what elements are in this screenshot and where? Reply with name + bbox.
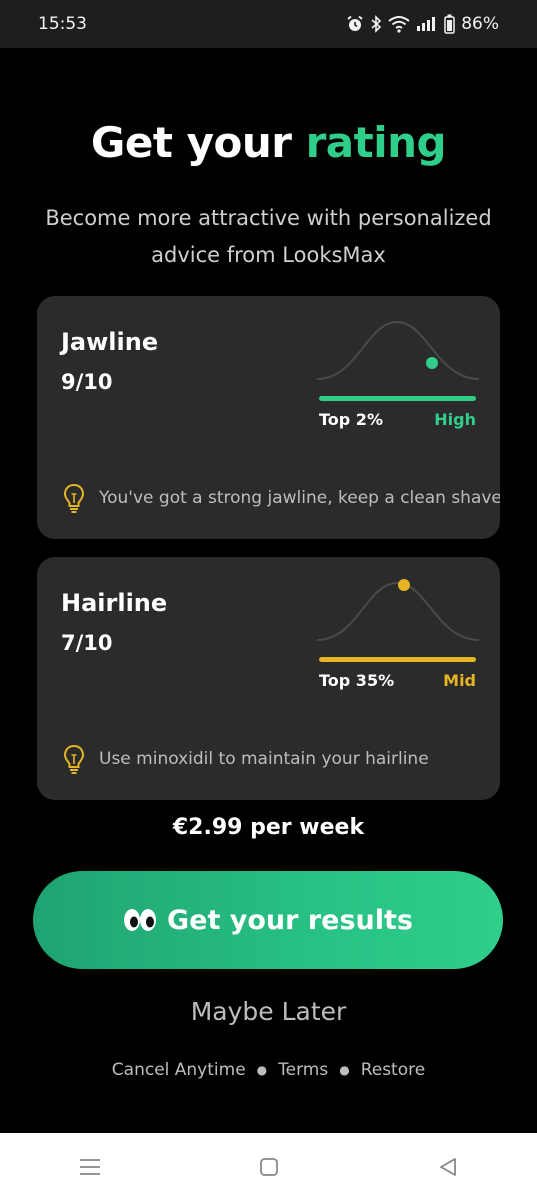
wifi-icon [388, 16, 410, 33]
footer-links: Cancel Anytime ● Terms ● Restore [0, 1060, 537, 1080]
get-results-button[interactable]: Get your results [33, 871, 503, 969]
home-button[interactable] [239, 1147, 299, 1187]
card-title: Hairline [61, 589, 168, 617]
home-square-icon [259, 1157, 278, 1176]
menu-lines-icon [79, 1158, 100, 1175]
status-icons: 86% [346, 14, 499, 34]
battery-icon [444, 14, 455, 34]
rating-card-jawline: Jawline 9/10 Top 2% High You've got a st… [37, 296, 500, 539]
title-part1: Get your [90, 118, 292, 167]
page-subtitle: Become more attractive with personalized… [45, 206, 492, 267]
card-title: Jawline [61, 328, 159, 356]
card-score: 7/10 [61, 631, 113, 655]
system-nav-bar [0, 1133, 537, 1200]
score-marker [426, 357, 438, 369]
back-triangle-icon [439, 1157, 456, 1176]
cancel-anytime-link[interactable]: Cancel Anytime [112, 1060, 246, 1080]
rating-card-hairline: Hairline 7/10 Top 35% Mid Use minoxidil … [37, 557, 500, 800]
signal-icon [417, 17, 436, 31]
bluetooth-icon [371, 15, 382, 33]
battery-percent: 86% [461, 14, 499, 34]
price-label: €2.99 per week [172, 815, 365, 840]
status-bar: 15:53 86% [0, 0, 537, 48]
distribution-curve-icon [317, 579, 479, 641]
level-label: Mid [443, 671, 476, 690]
back-button[interactable] [418, 1147, 478, 1187]
score-marker [398, 579, 410, 591]
rank-label: Top 2% [319, 410, 383, 429]
status-time: 15:53 [38, 14, 87, 34]
get-results-label: Get your results [166, 904, 414, 936]
tip-text: You've got a strong jawline, keep a clea… [99, 488, 500, 508]
rank-label: Top 35% [319, 671, 395, 690]
tip-row: You've got a strong jawline, keep a clea… [63, 483, 500, 513]
terms-link[interactable]: Terms [278, 1060, 328, 1080]
score-bar [319, 396, 476, 401]
separator-dot: ● [339, 1063, 350, 1077]
title-accent: rating [305, 118, 447, 167]
maybe-later-button[interactable]: Maybe Later [0, 997, 537, 1026]
score-bar [319, 657, 476, 662]
distribution-curve-icon [317, 320, 479, 380]
alarm-icon [347, 15, 363, 31]
lightbulb-icon [63, 483, 85, 513]
tip-row: Use minoxidil to maintain your hairline [63, 744, 429, 774]
level-label: High [434, 410, 476, 429]
recents-button[interactable] [60, 1147, 120, 1187]
eyes-emoji-icon [123, 909, 156, 931]
card-score: 9/10 [61, 370, 113, 394]
tip-text: Use minoxidil to maintain your hairline [99, 749, 429, 769]
separator-dot: ● [256, 1063, 268, 1077]
page-title: Get your rating [0, 118, 537, 167]
lightbulb-icon [63, 744, 85, 774]
restore-link[interactable]: Restore [361, 1060, 426, 1080]
